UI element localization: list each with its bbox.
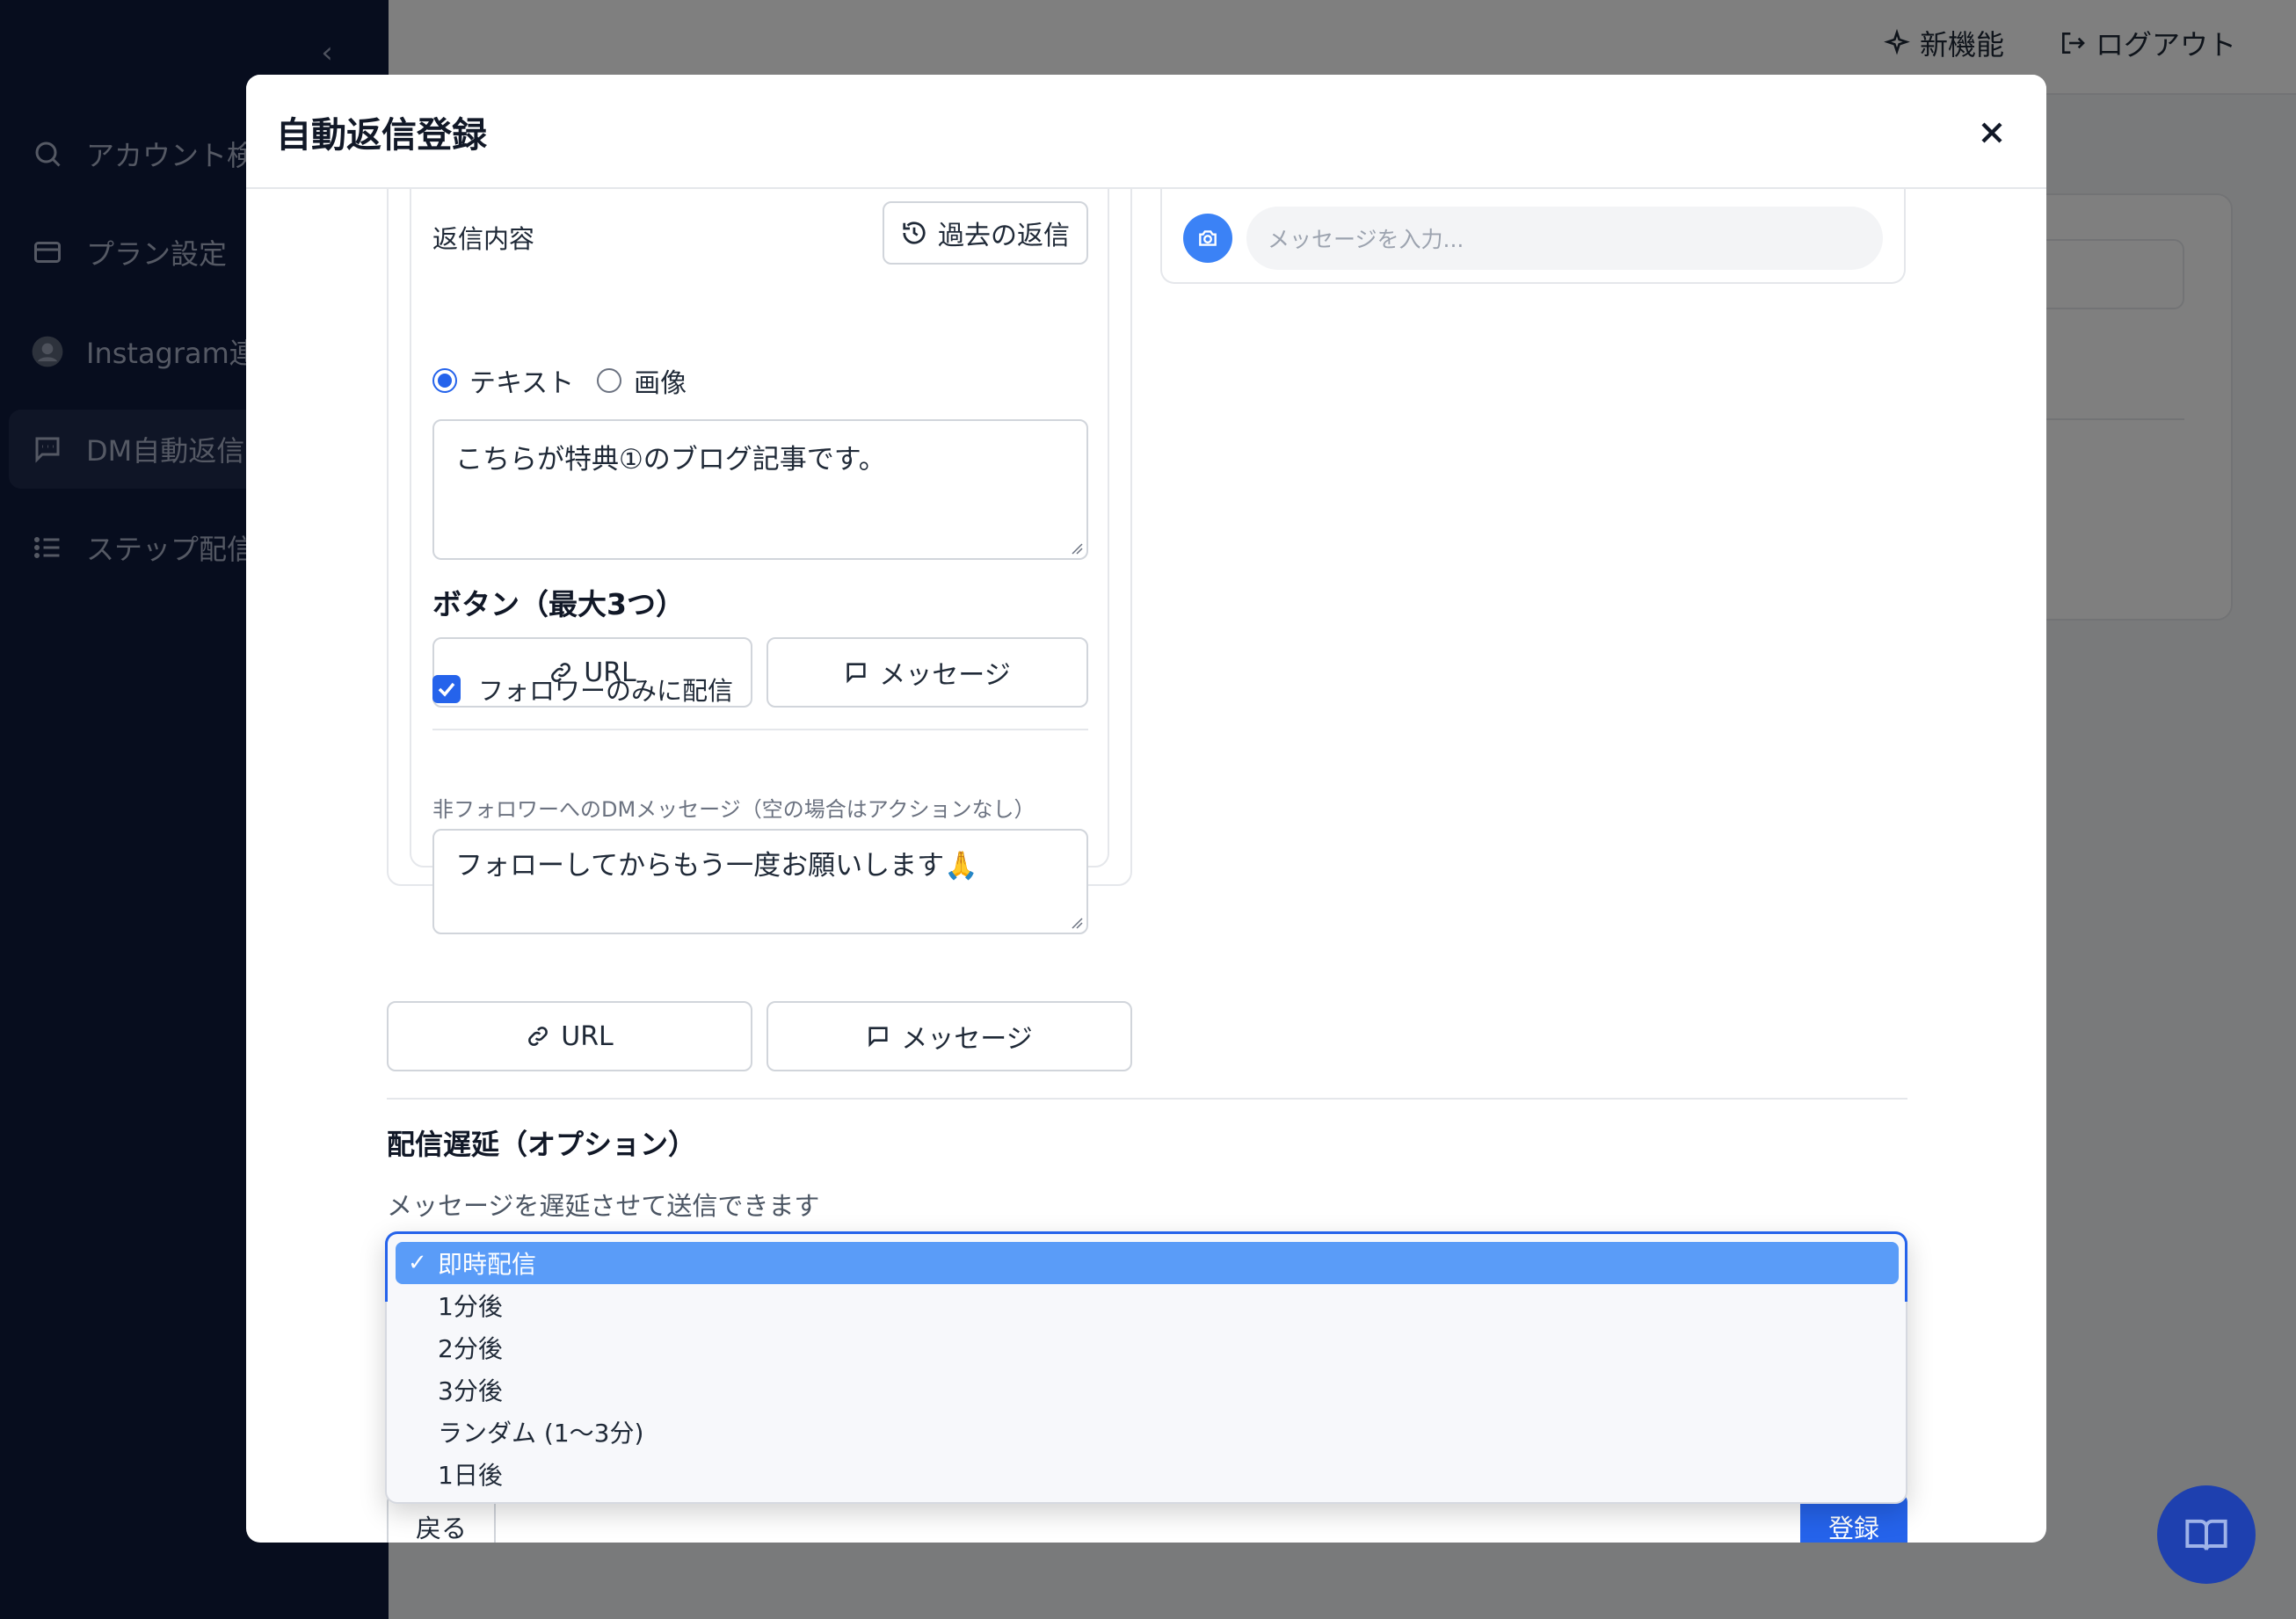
delay-option-2min[interactable]: 2分後: [396, 1326, 1899, 1369]
divider: [387, 1098, 1907, 1100]
radio-text[interactable]: [432, 368, 457, 393]
non-follower-message-textarea[interactable]: フォローしてからもう一度お願いします🙏: [432, 829, 1088, 934]
outer-add-url-label: URL: [561, 1020, 614, 1052]
past-replies-label: 過去の返信: [938, 221, 1070, 251]
radio-image-label: 画像: [634, 368, 687, 399]
option-label: 1分後: [438, 1292, 503, 1321]
reply-content-label: 返信内容: [432, 224, 535, 254]
option-label: 1日後: [438, 1461, 503, 1490]
modal-body: 返信内容 過去の返信 テキスト 画像 こちらが特典①のブログ記事です。 ボタン（…: [246, 171, 2046, 1543]
history-icon: [903, 221, 926, 244]
delay-option-immediate[interactable]: ✓ 即時配信: [396, 1242, 1899, 1284]
close-icon: [1981, 122, 2002, 143]
reply-message-textarea[interactable]: こちらが特典①のブログ記事です。: [432, 419, 1088, 560]
buttons-section-title: ボタン（最大3つ）: [432, 587, 685, 621]
option-label: 3分後: [438, 1376, 503, 1405]
option-label: ランダム (1〜3分): [438, 1419, 644, 1448]
modal-title: 自動返信登録: [276, 115, 487, 156]
preview-input-placeholder: メッセージを入力...: [1268, 227, 1464, 252]
add-message-label: メッセージ: [879, 660, 1011, 691]
outer-add-message-label: メッセージ: [901, 1024, 1033, 1055]
modal-header: 自動返信登録: [246, 75, 2046, 189]
preview-message-input[interactable]: メッセージを入力...: [1246, 207, 1883, 270]
camera-icon: [1199, 230, 1217, 246]
delay-description: メッセージを遅延させて送信できます: [387, 1191, 820, 1221]
camera-button[interactable]: [1183, 214, 1232, 263]
help-guide-button[interactable]: [2157, 1485, 2256, 1584]
option-label: 2分後: [438, 1334, 503, 1363]
reply-type-radio-group: テキスト 画像: [432, 361, 709, 400]
auto-reply-modal: 自動返信登録 返信内容 過去の返信 テキスト 画像 こちらが特典①のブログ記事で…: [246, 75, 2046, 1543]
add-message-button[interactable]: メッセージ: [767, 637, 1088, 708]
resize-grip-icon[interactable]: [1069, 541, 1083, 555]
message-icon: [868, 1027, 888, 1048]
outer-add-url-button[interactable]: URL: [387, 1001, 752, 1071]
reply-message-text: こちらが特典①のブログ記事です。: [455, 444, 886, 476]
check-icon: [438, 682, 455, 697]
divider: [432, 729, 1088, 730]
book-icon: [2185, 1519, 2227, 1550]
delay-option-3min[interactable]: 3分後: [396, 1369, 1899, 1411]
close-button[interactable]: [1973, 113, 2011, 152]
followers-only-checkbox[interactable]: [432, 675, 461, 703]
option-label: 即時配信: [438, 1250, 537, 1279]
delay-section-title: 配信遅延（オプション）: [387, 1128, 697, 1161]
delay-option-1day[interactable]: 1日後: [396, 1453, 1899, 1495]
followers-only-label: フォロワーのみに配信: [478, 676, 734, 706]
link-icon: [528, 1027, 549, 1046]
radio-image[interactable]: [597, 368, 622, 393]
delay-select-dropdown[interactable]: ✓ 即時配信 1分後 2分後 3分後 ランダム (1〜3分) 1日後: [385, 1231, 1907, 1504]
past-replies-button[interactable]: 過去の返信: [883, 201, 1088, 265]
selected-check-icon: ✓: [408, 1250, 427, 1276]
message-icon: [846, 663, 866, 684]
non-follower-hint: 非フォロワーへのDMメッセージ（空の場合はアクションなし）: [432, 797, 1035, 822]
followers-only-row: フォロワーのみに配信: [432, 671, 733, 708]
non-follower-message-text: フォローしてからもう一度お願いします🙏: [455, 850, 978, 882]
outer-add-message-button[interactable]: メッセージ: [767, 1001, 1132, 1071]
resize-grip-icon[interactable]: [1069, 915, 1083, 929]
radio-text-label: テキスト: [469, 368, 575, 399]
delay-option-random[interactable]: ランダム (1〜3分): [396, 1411, 1899, 1453]
delay-option-1min[interactable]: 1分後: [396, 1284, 1899, 1326]
